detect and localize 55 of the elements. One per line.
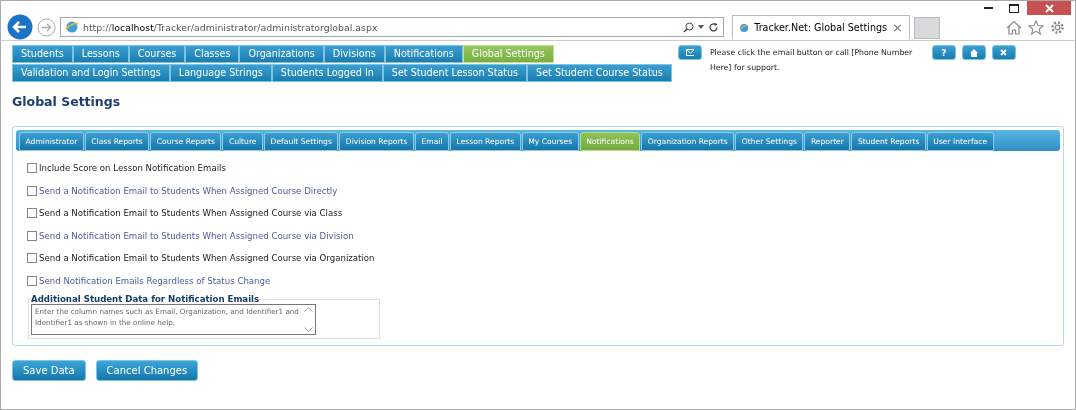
checkbox[interactable] [27, 208, 37, 219]
checkbox-label[interactable]: Send a Notification Email to Students When Assigned Course Directly [39, 185, 338, 196]
page-title: Global Settings [12, 94, 122, 111]
back-button[interactable] [7, 14, 33, 40]
envelope-icon [685, 49, 694, 56]
close-icon [1000, 49, 1008, 56]
checkbox[interactable] [27, 163, 37, 174]
scroll-down-icon[interactable] [304, 327, 313, 332]
globe-icon [65, 20, 79, 34]
forward-button[interactable] [37, 17, 56, 37]
nav-tab[interactable]: Students Logged In [271, 64, 383, 82]
email-button[interactable] [677, 45, 702, 60]
tab-close-button[interactable]: × [892, 20, 903, 35]
close-icon [1044, 3, 1054, 13]
scroll-up-icon[interactable] [304, 307, 313, 312]
search-icon[interactable] [683, 21, 694, 33]
nav-tab[interactable]: Global Settings [462, 45, 554, 63]
nav-tab[interactable]: Set Student Course Status [527, 64, 672, 82]
action-button[interactable]: Save Data [12, 360, 86, 381]
help-button[interactable]: ? [931, 45, 956, 60]
nav-tab[interactable]: Lessons [72, 45, 129, 63]
checkbox-label[interactable]: Send a Notification Email to Students When Assigned Course via Division [39, 230, 354, 241]
browser-tab[interactable]: Tracker.Net: Global Settings × [732, 15, 910, 39]
action-button[interactable]: Cancel Changes [95, 360, 199, 381]
nav-tab[interactable]: Divisions [323, 45, 385, 63]
checkbox-label[interactable]: Send Notification Emails Regardless of Status Change [39, 275, 271, 286]
nav-tab[interactable]: Notifications [384, 45, 463, 63]
nav-tab[interactable]: Validation and Login Settings [12, 64, 170, 82]
nav-tab[interactable]: Students [12, 45, 73, 63]
maximize-icon [1009, 3, 1019, 13]
tab-title: Tracker.Net: Global Settings [754, 22, 888, 33]
nav-tab[interactable]: Courses [128, 45, 186, 63]
checkbox-label[interactable]: Send a Notification Email to Students When Assigned Course via Organization [39, 253, 375, 264]
minimize-icon [983, 7, 993, 9]
dropdown-caret-icon[interactable] [698, 25, 704, 29]
home-button[interactable] [961, 45, 986, 60]
star-icon[interactable] [1028, 19, 1044, 35]
checkbox-label[interactable]: Send a Notification Email to Students When Assigned Course via Class [39, 208, 343, 219]
nav-tab[interactable]: Language Strings [169, 64, 272, 82]
close-button[interactable] [1027, 1, 1071, 15]
close-button[interactable] [991, 45, 1016, 60]
address-bar[interactable]: http://localhost/Tracker/administrator/administratorglobal.aspx [60, 17, 724, 37]
url-text: http://localhost/Tracker/administrator/administratorglobal.aspx [83, 21, 379, 33]
refresh-icon[interactable] [708, 21, 719, 33]
group-legend: Additional Student Data for Notification Emails [31, 294, 260, 304]
home-icon [969, 48, 978, 57]
nav-tab[interactable]: Classes [185, 45, 240, 63]
checkbox[interactable] [27, 230, 37, 241]
checkbox[interactable] [27, 275, 37, 286]
settings-icon[interactable] [1050, 19, 1065, 35]
nav-tab[interactable]: Organizations [239, 45, 324, 63]
checkbox-label[interactable]: Include Score on Lesson Notification Emails [39, 163, 226, 174]
nav-tab[interactable]: Set Student Lesson Status [382, 64, 528, 82]
checkbox[interactable] [27, 253, 37, 264]
checkbox[interactable] [27, 185, 37, 196]
